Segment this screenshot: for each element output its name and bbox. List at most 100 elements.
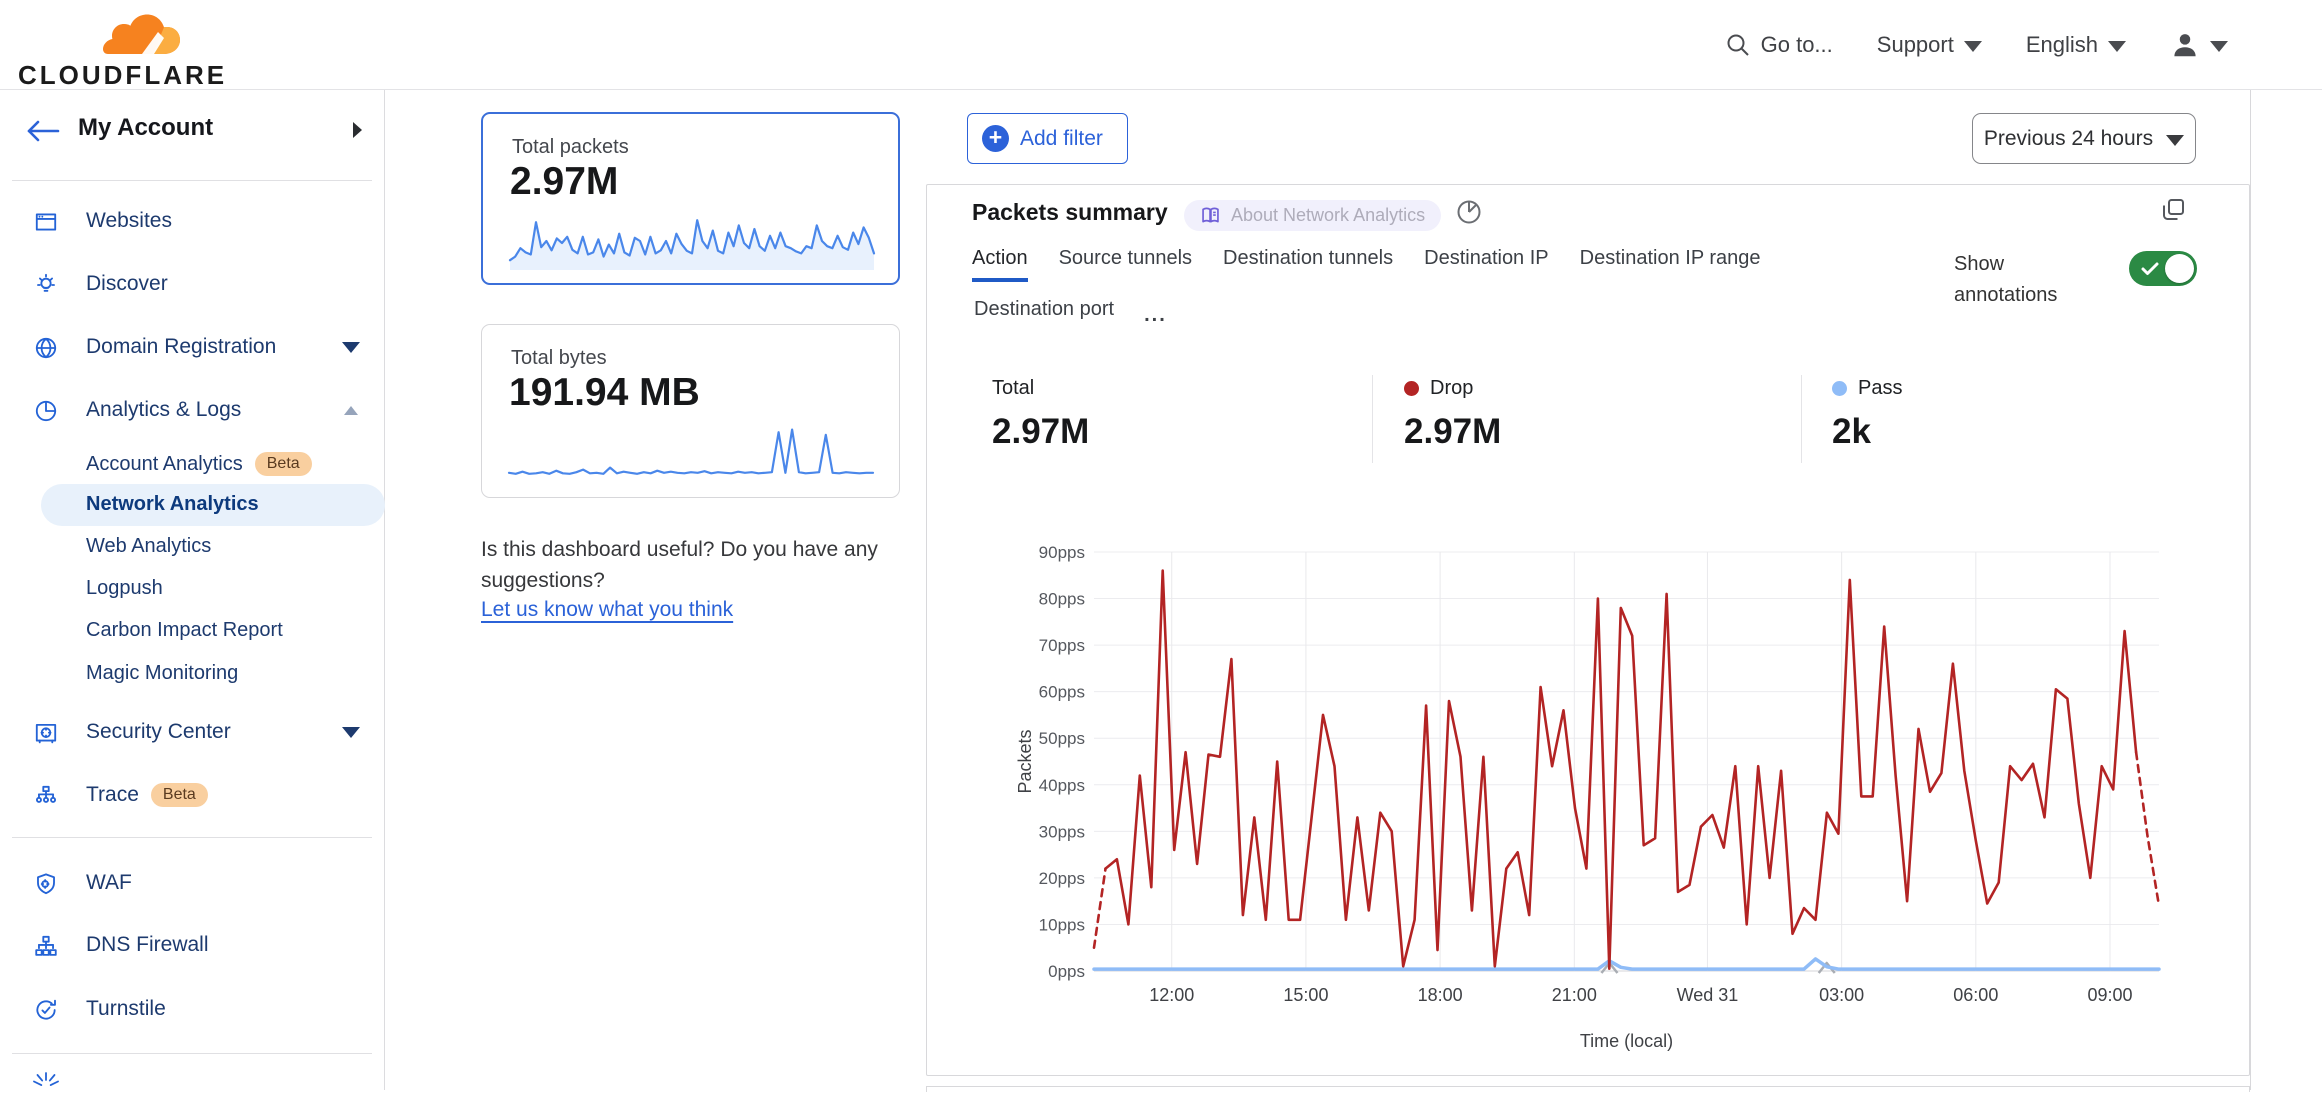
beta-badge: Beta: [255, 452, 312, 476]
packets-time-series-chart[interactable]: 0pps10pps20pps30pps40pps50pps60pps70pps8…: [1001, 541, 2171, 1061]
stat-label: Pass: [1858, 377, 1902, 400]
chevron-down-icon: [2108, 41, 2126, 52]
sidebar-item-waf[interactable]: WAF: [0, 862, 385, 904]
sidebar-item-partial[interactable]: [33, 1072, 59, 1090]
sidebar-item-analytics-logs[interactable]: Analytics & Logs: [0, 389, 385, 431]
cloudflare-wordmark: CLOUDFLARE: [18, 60, 227, 91]
sidebar-item-label: TraceBeta: [86, 783, 208, 807]
sidebar-item-trace[interactable]: TraceBeta: [0, 774, 385, 816]
sidebar-item-logpush[interactable]: Logpush: [0, 568, 385, 610]
more-tabs-button[interactable]: ...: [1144, 304, 1167, 327]
chevron-down-icon[interactable]: [342, 727, 360, 738]
total-packets-value: 2.97M: [510, 160, 618, 204]
scrollbar-gutter[interactable]: [2250, 90, 2322, 1090]
total-bytes-card[interactable]: Total bytes 191.94 MB: [481, 324, 900, 498]
sidebar-item-websites[interactable]: Websites: [0, 200, 385, 242]
globe-icon: [33, 335, 59, 361]
tab-destination-tunnels[interactable]: Destination tunnels: [1223, 247, 1393, 282]
book-icon: [1200, 205, 1221, 226]
sidebar-item-label: Web Analytics: [86, 535, 211, 558]
total-packets-sparkline: [506, 210, 878, 274]
svg-text:Wed 31: Wed 31: [1677, 985, 1739, 1005]
tab-source-tunnels[interactable]: Source tunnels: [1059, 247, 1192, 282]
sidebar-item-label: Carbon Impact Report: [86, 619, 283, 642]
vault-icon: [33, 720, 59, 746]
stat-label: Total: [992, 377, 1034, 400]
add-filter-button[interactable]: + Add filter: [967, 113, 1128, 164]
stat-drop: Drop2.97M: [1404, 377, 1501, 452]
user-menu[interactable]: [2170, 30, 2228, 60]
goto-search[interactable]: Go to...: [1725, 32, 1833, 58]
toggle-knob: [2165, 254, 2194, 283]
back-arrow-icon[interactable]: [24, 116, 64, 146]
divider: [12, 1053, 372, 1054]
total-packets-card[interactable]: Total packets 2.97M: [481, 112, 900, 285]
svg-text:Packets: Packets: [1015, 729, 1035, 793]
sidebar-item-label: Analytics & Logs: [86, 398, 241, 422]
stat-divider: [1372, 375, 1373, 463]
feedback-link[interactable]: Let us know what you think: [481, 598, 733, 622]
bulb-icon: [33, 272, 59, 298]
sidebar-item-web-analytics[interactable]: Web Analytics: [0, 526, 385, 568]
svg-text:0pps: 0pps: [1048, 962, 1085, 981]
sidebar-item-label: Turnstile: [86, 997, 166, 1021]
add-filter-label: Add filter: [1020, 127, 1103, 151]
sidebar-item-label: Security Center: [86, 720, 231, 744]
browser-icon: [33, 209, 59, 235]
expand-icon[interactable]: [2159, 196, 2187, 224]
sidebar-item-label: Network Analytics: [86, 493, 259, 516]
support-menu[interactable]: Support: [1877, 32, 1982, 58]
svg-text:50pps: 50pps: [1039, 729, 1085, 748]
sidebar-account-header[interactable]: My Account: [0, 90, 385, 180]
pie-annotations-icon[interactable]: [1454, 197, 1484, 227]
show-annotations-toggle[interactable]: [2129, 251, 2197, 286]
about-network-analytics-badge[interactable]: About Network Analytics: [1184, 200, 1441, 231]
sidebar-item-network-analytics[interactable]: Network Analytics: [0, 484, 385, 526]
sidebar-item-label: DNS Firewall: [86, 933, 209, 957]
sidebar-item-domain-registration[interactable]: Domain Registration: [0, 326, 385, 368]
time-range-dropdown[interactable]: Previous 24 hours: [1972, 113, 2196, 164]
packets-summary-card: Packets summary About Network Analytics …: [926, 184, 2250, 1076]
svg-text:70pps: 70pps: [1039, 636, 1085, 655]
user-icon: [2170, 30, 2200, 60]
legend-dot-pass: [1832, 381, 1847, 396]
svg-text:60pps: 60pps: [1039, 683, 1085, 702]
tab-destination-ip-range[interactable]: Destination IP range: [1580, 247, 1761, 282]
sidebar-item-label: Domain Registration: [86, 335, 276, 359]
stat-pass: Pass 2k: [1832, 377, 1902, 452]
sidebar-item-turnstile[interactable]: Turnstile: [0, 988, 385, 1030]
divider: [12, 180, 372, 181]
time-range-value: Previous 24 hours: [1984, 127, 2153, 151]
svg-text:10pps: 10pps: [1039, 915, 1085, 934]
pie-icon: [33, 398, 59, 424]
sidebar-item-magic-monitoring[interactable]: Magic Monitoring: [0, 653, 385, 695]
svg-text:80pps: 80pps: [1039, 590, 1085, 609]
next-card-partial: [926, 1086, 2250, 1092]
language-label: English: [2026, 32, 2098, 58]
dimension-tabs-row2: Destination port ...: [974, 298, 1167, 333]
search-icon: [1725, 32, 1751, 58]
language-menu[interactable]: English: [2026, 32, 2126, 58]
sidebar-item-account-analytics[interactable]: Account AnalyticsBeta: [0, 443, 385, 485]
svg-text:15:00: 15:00: [1283, 985, 1328, 1005]
divider: [12, 837, 372, 838]
trace-icon: [33, 783, 59, 809]
chevron-up-icon[interactable]: [344, 406, 358, 415]
sidebar-item-security-center[interactable]: Security Center: [0, 711, 385, 753]
sidebar-item-label: Magic Monitoring: [86, 662, 238, 685]
sidebar-item-discover[interactable]: Discover: [0, 263, 385, 305]
account-name: My Account: [78, 114, 213, 142]
svg-text:12:00: 12:00: [1149, 985, 1194, 1005]
tab-action[interactable]: Action: [972, 247, 1028, 282]
sidebar-item-dns-firewall[interactable]: DNS Firewall: [0, 924, 385, 966]
chevron-right-icon[interactable]: [350, 120, 364, 140]
shield-icon: [33, 871, 59, 897]
sidebar-item-carbon-impact-report[interactable]: Carbon Impact Report: [0, 610, 385, 652]
tab-destination-ip[interactable]: Destination IP: [1424, 247, 1549, 282]
chevron-down-icon[interactable]: [342, 342, 360, 353]
sidebar-item-label: Websites: [86, 209, 172, 233]
svg-text:90pps: 90pps: [1039, 543, 1085, 562]
hierarchy-icon: [33, 933, 59, 959]
stat-value: 2k: [1832, 412, 1902, 452]
tab-destination-port[interactable]: Destination port: [974, 298, 1114, 333]
